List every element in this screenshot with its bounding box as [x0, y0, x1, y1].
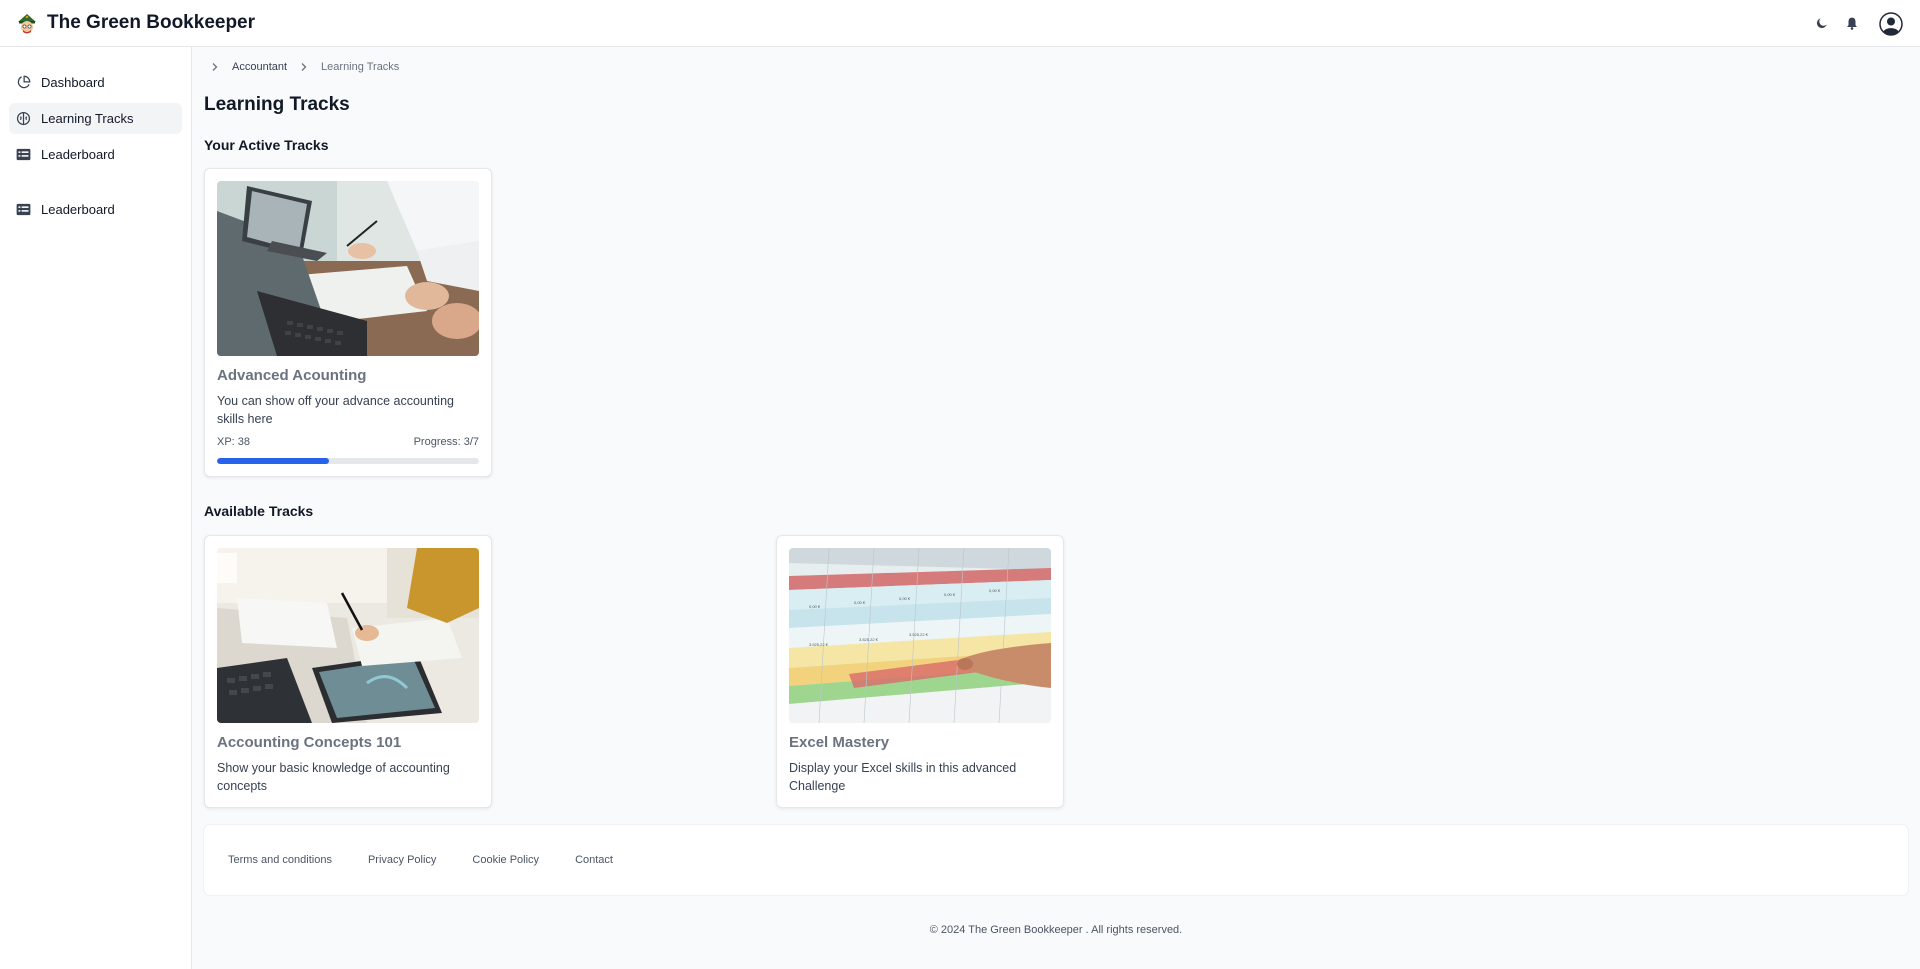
- svg-text:0,00 €: 0,00 €: [944, 592, 956, 597]
- track-description: Display your Excel skills in this advanc…: [789, 761, 1017, 793]
- progress-bar: [217, 458, 479, 464]
- track-card-excel-mastery[interactable]: 0,00 € 0,00 € 0,00 € 0,00 € 0,00 € 3.525,22 …: [776, 535, 1064, 808]
- progress-bar-fill: [217, 458, 330, 464]
- track-title: Advanced Acounting: [217, 367, 367, 384]
- progress-label: Progress: 3/7: [413, 436, 479, 448]
- svg-text:0,00 €: 0,00 €: [989, 588, 1001, 593]
- bell-icon[interactable]: [1837, 8, 1867, 38]
- footer-link-contact[interactable]: Contact: [575, 854, 613, 866]
- footer-link-cookie[interactable]: Cookie Policy: [472, 854, 539, 866]
- list-icon: [15, 202, 31, 218]
- xp-label: XP: 38: [217, 436, 251, 448]
- breadcrumb: Accountant Learning Tracks: [208, 57, 399, 77]
- track-image-desk-tablet: [217, 548, 479, 723]
- svg-text:3.525,22 €: 3.525,22 €: [909, 632, 929, 637]
- top-bar: The Green Bookkeeper: [0, 0, 1920, 47]
- available-tracks-heading: Available Tracks: [204, 503, 314, 519]
- page-title: Learning Tracks: [204, 94, 350, 115]
- sidebar-item-label: Leaderboard: [41, 147, 115, 162]
- main-content: Accountant Learning Tracks Learning Trac…: [192, 47, 1920, 969]
- chevron-right-icon: [297, 60, 311, 74]
- brand-home-link[interactable]: The Green Bookkeeper: [15, 11, 255, 35]
- track-title: Excel Mastery: [789, 734, 890, 751]
- svg-text:3.525,22 €: 3.525,22 €: [859, 637, 879, 642]
- sidebar-item-label: Dashboard: [41, 75, 105, 90]
- svg-text:3.525,22 €: 3.525,22 €: [809, 642, 829, 647]
- footer-link-privacy[interactable]: Privacy Policy: [368, 854, 436, 866]
- sidebar-item-leaderboard-secondary[interactable]: Leaderboard: [9, 194, 182, 225]
- breadcrumb-current: Learning Tracks: [321, 61, 400, 73]
- sidebar-item-dashboard[interactable]: Dashboard: [9, 67, 182, 98]
- moon-icon[interactable]: [1807, 8, 1837, 38]
- svg-text:0,00 €: 0,00 €: [899, 596, 911, 601]
- breadcrumb-link-accountant[interactable]: Accountant: [232, 61, 287, 73]
- copyright-text: © 2024 The Green Bookkeeper . All rights…: [929, 924, 1183, 936]
- track-image-laptop-paperwork: [217, 181, 479, 356]
- active-tracks-heading: Your Active Tracks: [204, 137, 329, 153]
- footer: Terms and conditions Privacy Policy Cook…: [204, 825, 1908, 895]
- track-card-advanced-accounting[interactable]: Advanced Acounting You can show off your…: [204, 168, 492, 477]
- track-title: Accounting Concepts 101: [217, 734, 402, 751]
- brain-icon: [15, 111, 31, 127]
- sidebar-item-leaderboard[interactable]: Leaderboard: [9, 139, 182, 170]
- footer-links: Terms and conditions Privacy Policy Cook…: [228, 825, 649, 895]
- sidebar: Dashboard Learning Tracks Leaderboard Le…: [0, 47, 192, 969]
- track-image-spreadsheet: 0,00 € 0,00 € 0,00 € 0,00 € 0,00 € 3.525,22 …: [789, 548, 1051, 723]
- sidebar-item-learning-tracks[interactable]: Learning Tracks: [9, 103, 182, 134]
- svg-text:0,00 €: 0,00 €: [854, 600, 866, 605]
- app-title: The Green Bookkeeper: [47, 12, 256, 33]
- track-card-accounting-concepts-101[interactable]: Accounting Concepts 101 Show your basic …: [204, 535, 492, 808]
- sidebar-item-label: Leaderboard: [41, 202, 115, 217]
- bookkeeper-logo-icon: [18, 14, 36, 34]
- list-icon: [15, 147, 31, 163]
- chevron-right-icon: [208, 60, 222, 74]
- track-description: You can show off your advance accounting…: [217, 394, 454, 426]
- pie-chart-icon: [15, 75, 31, 91]
- sidebar-item-label: Learning Tracks: [41, 111, 134, 126]
- svg-text:0,00 €: 0,00 €: [809, 604, 821, 609]
- user-avatar-icon[interactable]: [1874, 7, 1908, 41]
- footer-link-terms[interactable]: Terms and conditions: [228, 854, 332, 866]
- track-description: Show your basic knowledge of accounting …: [217, 761, 450, 793]
